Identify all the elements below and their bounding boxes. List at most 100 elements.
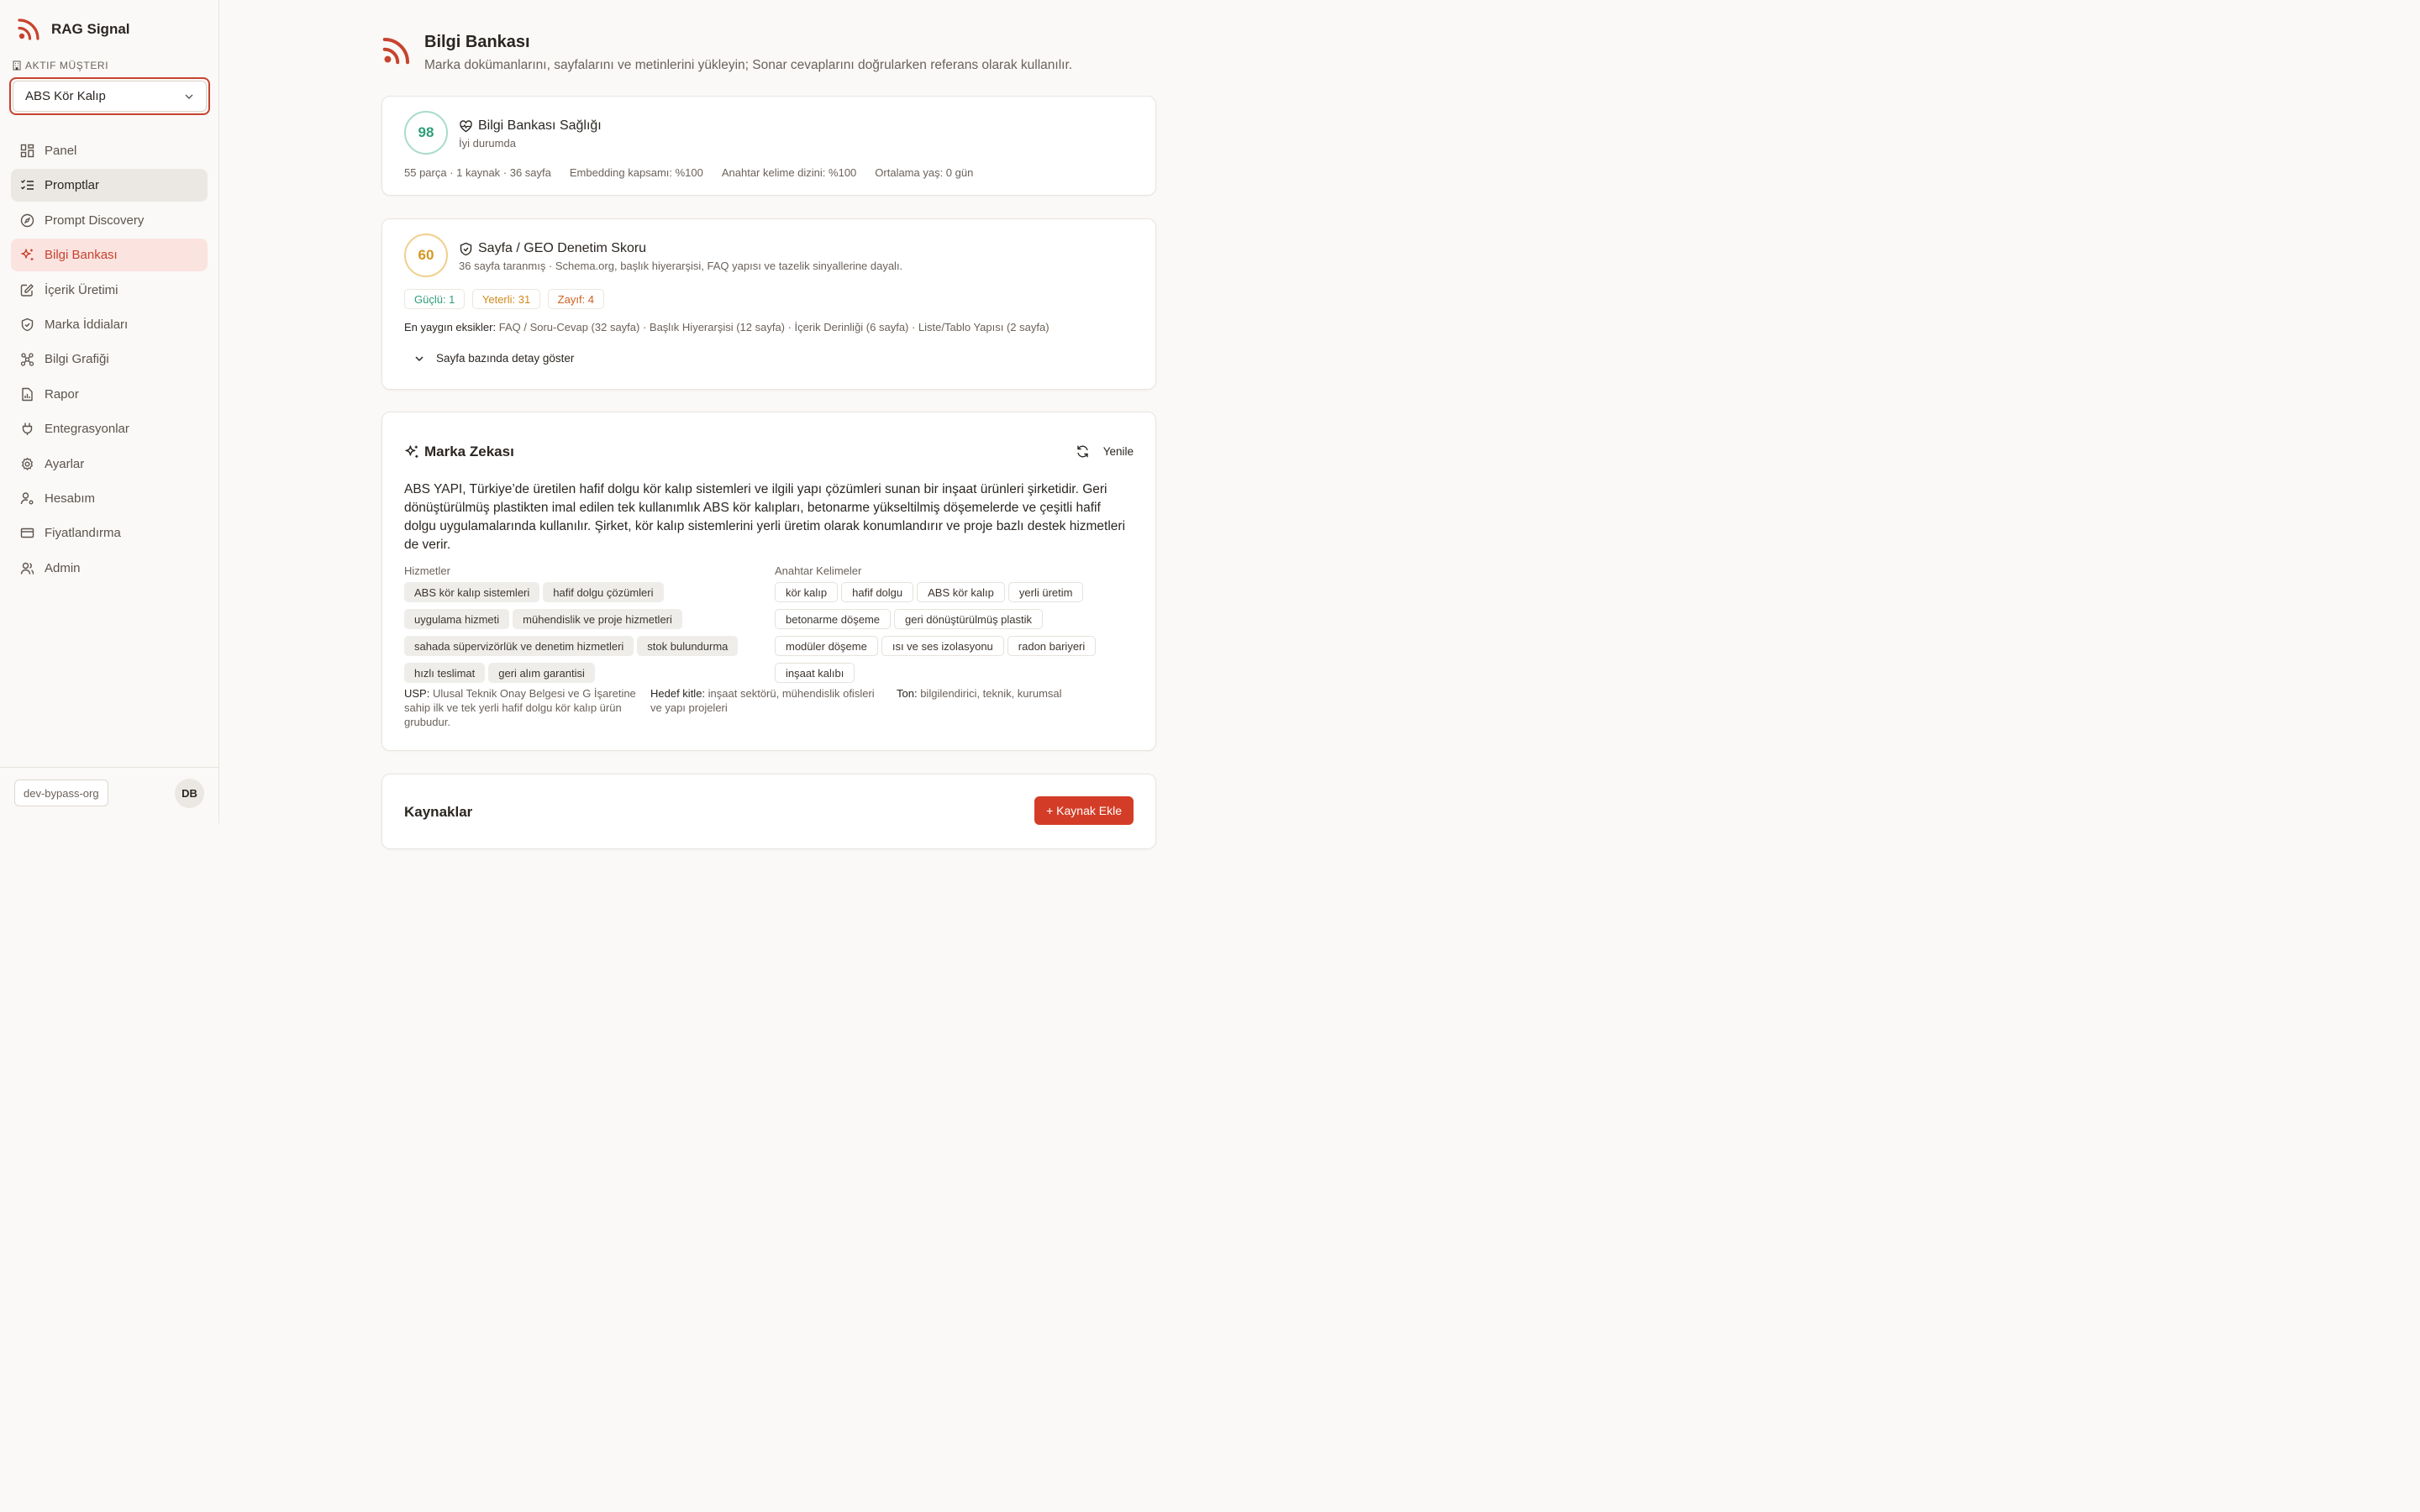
- health-stats: 55 parça · 1 kaynak · 36 sayfa Embedding…: [404, 166, 973, 179]
- service-tag: ABS kör kalıp sistemleri: [404, 582, 540, 602]
- page-subtitle: Marka dokümanlarını, sayfalarını ve meti…: [424, 58, 1073, 72]
- add-source-button[interactable]: + Kaynak Ekle: [1034, 796, 1134, 825]
- graph-icon: [20, 353, 34, 366]
- health-stat-age: Ortalama yaş: 0 gün: [875, 166, 974, 179]
- org-switcher[interactable]: dev-bypass-org: [14, 780, 108, 806]
- pill-weak: Zayıf: 4: [547, 289, 605, 309]
- audience-block: Hedef kitle: inşaat sektörü, mühendislik…: [650, 686, 877, 715]
- geo-audit-card: 60 Sayfa / GEO Denetim Skoru 36 sayfa ta…: [381, 218, 1156, 390]
- sources-card: Kaynaklar + Kaynak Ekle: [381, 774, 1156, 849]
- brand-title: Marka Zekası: [424, 444, 514, 459]
- users-icon: [20, 562, 34, 575]
- sidebar-item-fiyatlandirma[interactable]: Fiyatlandırma: [11, 517, 208, 549]
- user-gear-icon: [20, 492, 34, 505]
- gear-icon: [22, 457, 33, 470]
- keyword-tag: modüler döşeme: [775, 636, 878, 656]
- page-detail-toggle[interactable]: Sayfa bazında detay göster: [414, 352, 574, 365]
- sidebar-item-entegrasyonlar[interactable]: Entegrasyonlar: [11, 412, 208, 445]
- app-name: RAG Signal: [51, 20, 130, 37]
- services-tags: ABS kör kalıp sistemleri hafif dolgu çöz…: [404, 582, 765, 686]
- service-tag: uygulama hizmeti: [404, 609, 510, 629]
- sidebar-item-bilgi-bankasi[interactable]: Bilgi Bankası: [11, 239, 208, 272]
- health-stat-keyword: Anahtar kelime dizini: %100: [721, 166, 857, 179]
- sparkle-icon: [21, 249, 34, 261]
- brand-intelligence-card: Marka Zekası Yenile ABS YAPI, Türkiye’de…: [381, 412, 1156, 751]
- chevron-down-icon: [415, 355, 424, 361]
- shield-check-icon: [460, 242, 472, 255]
- keyword-tag: geri dönüştürülmüş plastik: [894, 609, 1044, 629]
- health-title: Bilgi Bankası Sağlığı: [478, 118, 602, 133]
- rss-page-icon: [382, 37, 410, 65]
- audit-score: 60: [404, 234, 448, 277]
- sidebar-item-marka-iddialari[interactable]: Marka İddiaları: [11, 308, 208, 341]
- health-stat-chunks: 55 parça · 1 kaynak · 36 sayfa: [404, 166, 551, 179]
- plug-icon: [22, 423, 33, 436]
- sidebar-item-prompt-discovery[interactable]: Prompt Discovery: [11, 204, 208, 237]
- service-tag: hızlı teslimat: [404, 663, 486, 683]
- sidebar-item-bilgi-grafigi[interactable]: Bilgi Grafiği: [11, 343, 208, 375]
- shield-icon: [21, 318, 34, 332]
- keyword-tag: ABS kör kalıp: [917, 582, 1005, 602]
- sidebar-item-ayarlar[interactable]: Ayarlar: [11, 448, 208, 480]
- services-section: Hizmetler ABS kör kalıp sistemleri hafif…: [404, 564, 765, 686]
- keyword-tag: radon bariyeri: [1007, 636, 1097, 656]
- keyword-tags: kör kalıp hafif dolgu ABS kör kalıp yerl…: [775, 582, 1128, 686]
- edit-icon: [20, 283, 34, 297]
- sidebar-item-icerik-uretimi[interactable]: İçerik Üretimi: [11, 274, 208, 307]
- avatar[interactable]: DB: [175, 779, 204, 808]
- usp-label: USP:: [404, 687, 430, 700]
- keywords-label: Anahtar Kelimeler: [775, 564, 862, 577]
- service-tag: geri alım garantisi: [488, 663, 595, 683]
- audit-missing: En yaygın eksikler: FAQ / Soru-Cevap (32…: [404, 321, 1050, 333]
- tone-text: bilgilendirici, teknik, kurumsal: [920, 687, 1062, 700]
- compass-icon: [20, 213, 34, 227]
- missing-text: FAQ / Soru-Cevap (32 sayfa) · Başlık Hiy…: [498, 321, 1050, 333]
- grid-icon: [20, 144, 34, 158]
- refresh-button[interactable]: Yenile: [1076, 444, 1134, 459]
- health-stat-embedding: Embedding kapsamı: %100: [569, 166, 703, 179]
- service-tag: stok bulundurma: [637, 636, 739, 656]
- building-icon: [13, 60, 21, 71]
- brand-description: ABS YAPI, Türkiye’de üretilen hafif dolg…: [404, 482, 1126, 552]
- usp-text: Ulusal Teknik Onay Belgesi ve G İşaretin…: [404, 687, 636, 728]
- chevron-down-icon: [185, 94, 193, 99]
- kb-health-card: 98 Bilgi Bankası Sağlığı İyi durumda 55 …: [381, 96, 1156, 196]
- service-tag: sahada süpervizörlük ve denetim hizmetle…: [404, 636, 634, 656]
- pill-adequate: Yeterli: 31: [471, 289, 541, 309]
- health-status: İyi durumda: [459, 137, 516, 150]
- credit-card-icon: [20, 528, 34, 538]
- heart-pulse-icon: [460, 119, 472, 132]
- keyword-tag: ısı ve ses izolasyonu: [881, 636, 1004, 656]
- sidebar-item-admin[interactable]: Admin: [11, 552, 208, 585]
- usp-block: USP: Ulusal Teknik Onay Belgesi ve G İşa…: [404, 686, 636, 729]
- sidebar-footer: dev-bypass-org DB: [0, 767, 219, 823]
- health-score: 98: [404, 111, 448, 155]
- audit-pills: Güçlü: 1 Yeterli: 31 Zayıf: 4: [404, 289, 608, 309]
- page-header: Bilgi Bankası Marka dokümanlarını, sayfa…: [381, 32, 1072, 73]
- sidebar: RAG Signal AKTIF MÜŞTERI ABS Kör Kalıp P…: [0, 0, 219, 823]
- tone-label: Ton:: [897, 687, 918, 700]
- keywords-section: Anahtar Kelimeler kör kalıp hafif dolgu …: [775, 564, 1128, 686]
- sidebar-nav: Panel Promptlar Prompt Discovery Bilgi B…: [11, 134, 208, 586]
- customer-select[interactable]: ABS Kör Kalıp: [9, 77, 210, 115]
- audit-subtitle: 36 sayfa taranmış · Schema.org, başlık h…: [459, 260, 903, 272]
- sparkle-icon: [405, 445, 418, 458]
- keyword-tag: betonarme döşeme: [775, 609, 892, 629]
- sources-title: Kaynaklar: [404, 804, 473, 820]
- pill-strong: Güçlü: 1: [404, 289, 466, 309]
- audit-title: Sayfa / GEO Denetim Skoru: [478, 241, 647, 255]
- sidebar-item-panel[interactable]: Panel: [11, 134, 208, 167]
- keyword-tag: hafif dolgu: [841, 582, 914, 602]
- service-tag: mühendislik ve proje hizmetleri: [513, 609, 682, 629]
- sidebar-item-rapor[interactable]: Rapor: [11, 378, 208, 411]
- services-label: Hizmetler: [404, 564, 450, 577]
- brand[interactable]: RAG Signal: [17, 17, 130, 41]
- keyword-tag: inşaat kalıbı: [775, 663, 855, 683]
- keyword-tag: kör kalıp: [775, 582, 839, 602]
- customer-select-value: ABS Kör Kalıp: [25, 89, 106, 103]
- sidebar-item-hesabim[interactable]: Hesabım: [11, 482, 208, 515]
- report-icon: [22, 387, 33, 401]
- tone-block: Ton: bilgilendirici, teknik, kurumsal: [897, 686, 1140, 701]
- audience-label: Hedef kitle:: [650, 687, 706, 700]
- sidebar-item-promptlar[interactable]: Promptlar: [11, 169, 208, 202]
